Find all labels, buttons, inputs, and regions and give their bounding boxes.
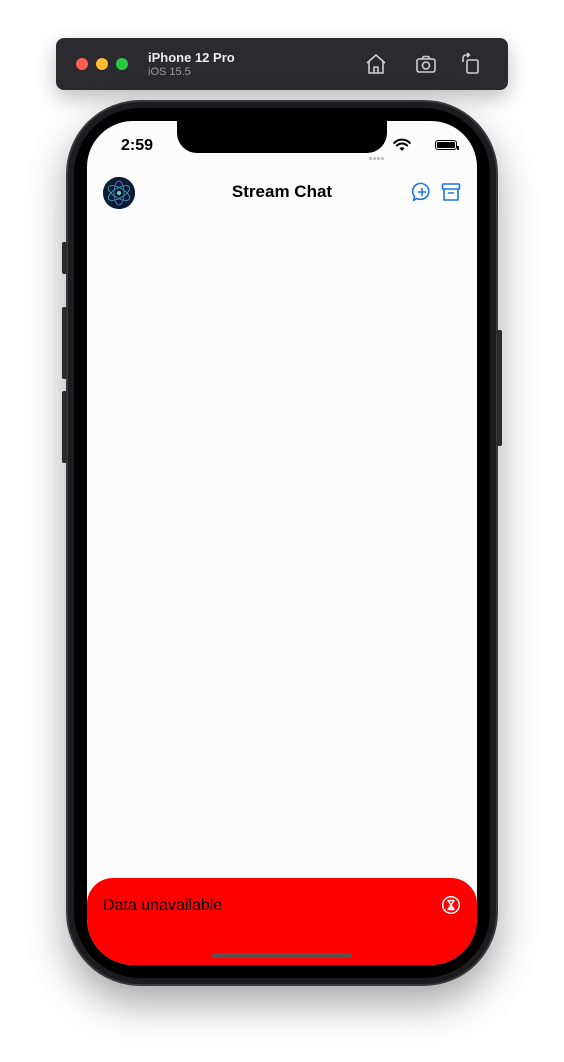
simulator-window: iPhone 12 Pro iOS 15.5 2:59 Stream Chat …	[0, 0, 564, 1062]
archive-icon[interactable]	[440, 181, 462, 203]
screenshot-icon[interactable]	[414, 52, 438, 76]
cellular-dots-icon	[369, 147, 389, 160]
navigation-bar: Stream Chat	[87, 175, 477, 215]
rotate-icon[interactable]	[459, 52, 483, 76]
device-screen: 2:59 Stream Chat Data unavailable	[87, 121, 477, 965]
simulator-toolbar: iPhone 12 Pro iOS 15.5	[56, 38, 508, 90]
volume-down-button	[62, 391, 67, 463]
notch	[177, 121, 387, 153]
battery-icon	[435, 140, 459, 150]
error-banner: Data unavailable	[87, 878, 477, 965]
home-icon[interactable]	[364, 52, 388, 76]
home-indicator[interactable]	[212, 953, 352, 958]
power-button	[497, 330, 502, 446]
new-chat-icon[interactable]	[411, 181, 433, 203]
minimize-window-button[interactable]	[96, 58, 108, 70]
mute-switch	[62, 242, 67, 274]
device-name: iPhone 12 Pro	[148, 50, 235, 65]
wifi-icon	[393, 138, 411, 152]
volume-up-button	[62, 307, 67, 379]
status-icons	[367, 138, 459, 160]
banner-message: Data unavailable	[103, 897, 223, 914]
status-time: 2:59	[121, 137, 154, 154]
hourglass-icon	[441, 895, 461, 915]
os-version: iOS 15.5	[148, 66, 191, 78]
zoom-window-button[interactable]	[116, 58, 128, 70]
close-window-button[interactable]	[76, 58, 88, 70]
